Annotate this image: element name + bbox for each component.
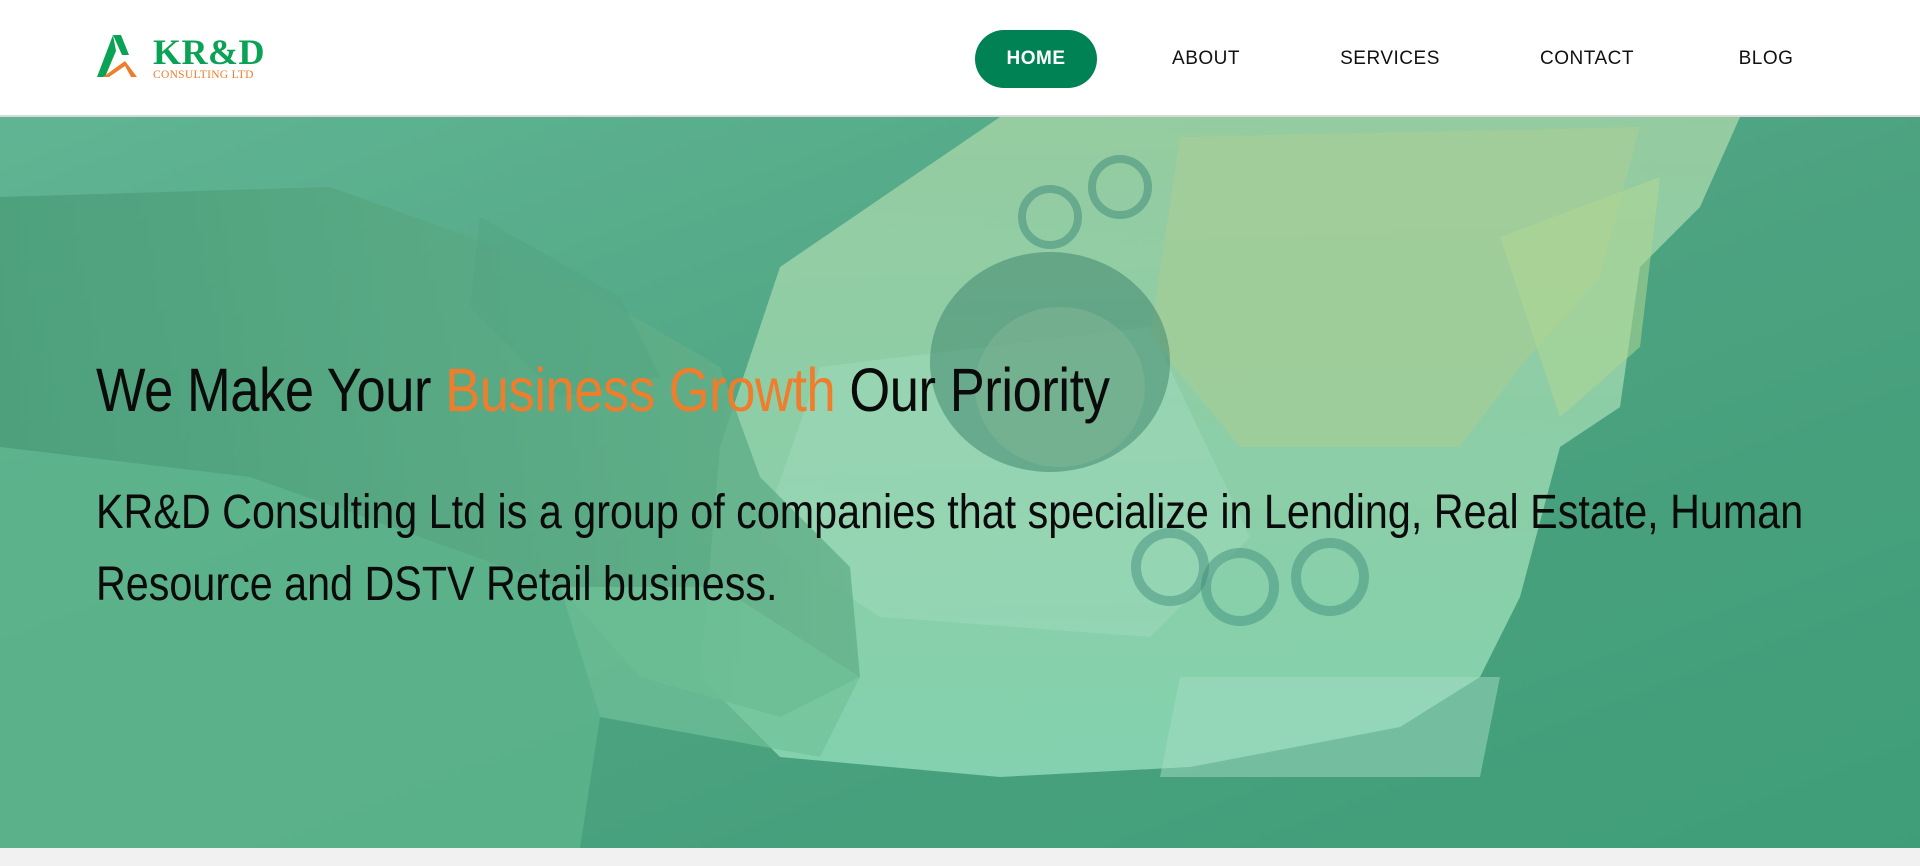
hero-description: KR&D Consulting Ltd is a group of compan…	[96, 486, 1804, 611]
nav-contact[interactable]: CONTACT	[1530, 30, 1644, 88]
hero-title-highlight: Business Growth	[445, 356, 836, 424]
section-divider	[0, 848, 1920, 866]
nav-about[interactable]: ABOUT	[1160, 30, 1252, 88]
hero-title: We Make Your Business Growth Our Priorit…	[96, 355, 1110, 425]
nav-blog[interactable]: BLOG	[1730, 30, 1802, 88]
nav-home[interactable]: HOME	[975, 30, 1097, 88]
site-header: KR&D CONSULTING LTD HOME ABOUT SERVICES …	[0, 0, 1920, 117]
hero-section: We Make Your Business Growth Our Priorit…	[0, 117, 1920, 848]
hero-title-end: Our Priority	[835, 356, 1110, 424]
nav-services[interactable]: SERVICES	[1334, 30, 1446, 88]
hero-title-start: We Make Your	[96, 356, 446, 424]
main-nav: HOME ABOUT SERVICES CONTACT BLOG	[0, 30, 1920, 88]
